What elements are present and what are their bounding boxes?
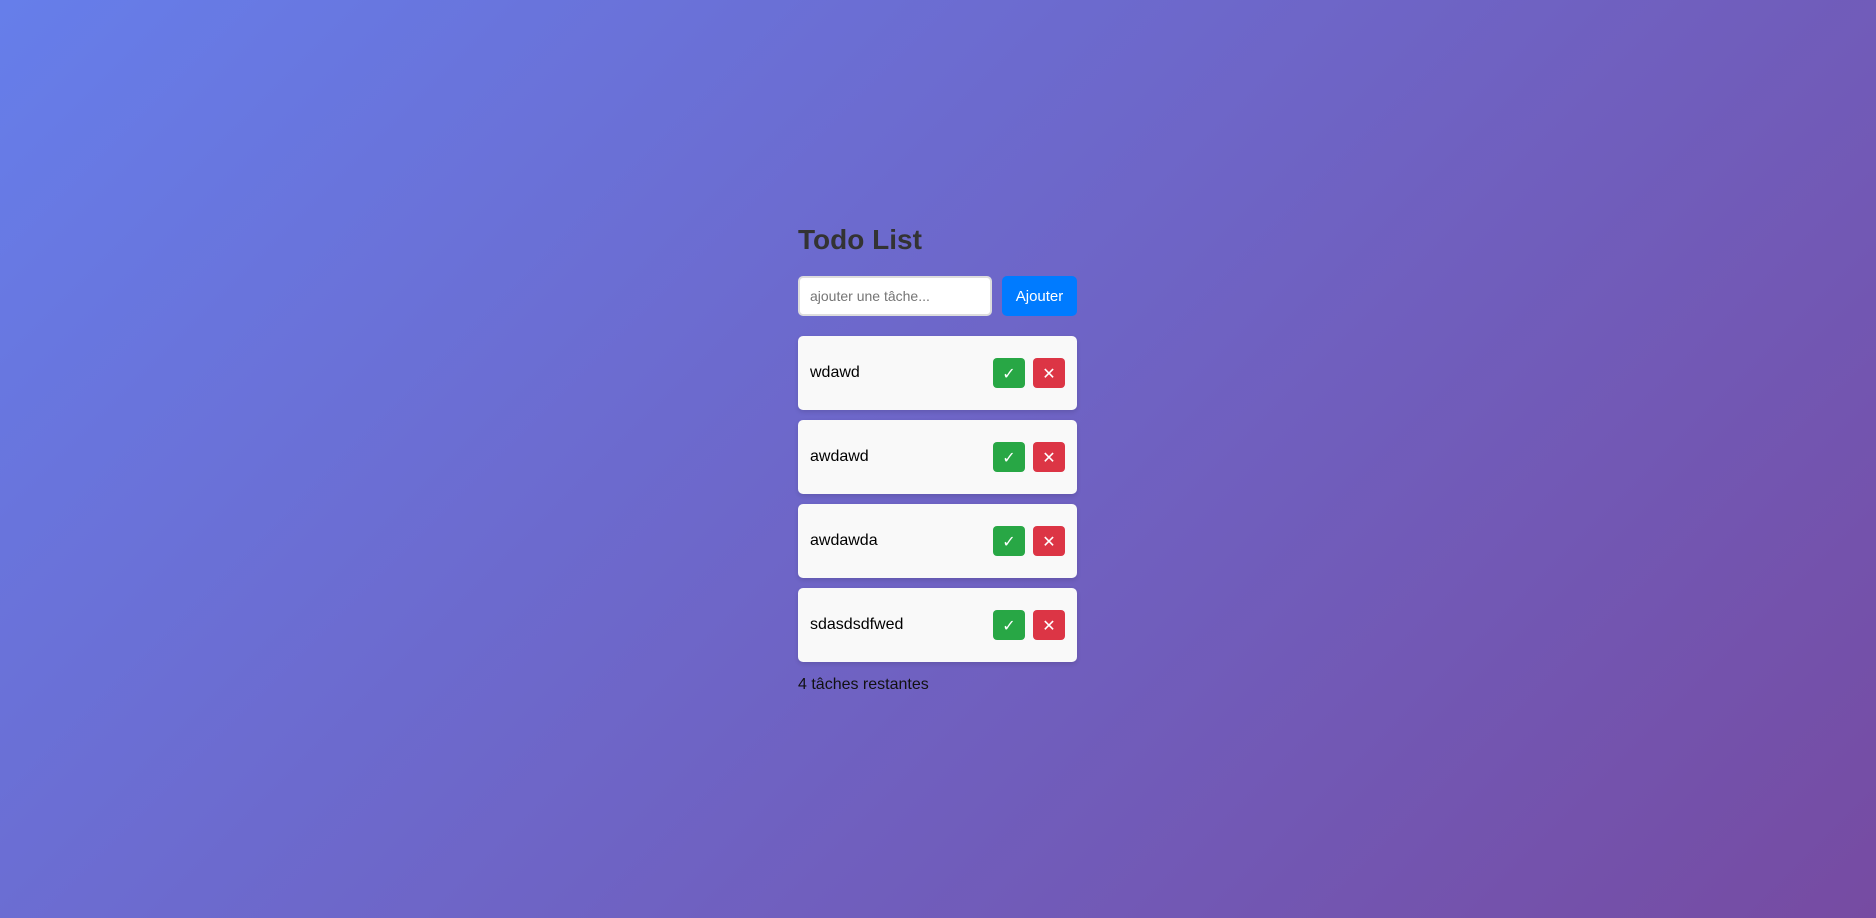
list-item: sdasdsdfwed ✓ ✕ <box>798 588 1077 662</box>
complete-button[interactable]: ✓ <box>993 442 1025 472</box>
todo-app: Todo List Ajouter wdawd ✓ ✕ awdawd ✓ <box>798 220 1077 694</box>
task-actions: ✓ ✕ <box>993 442 1065 472</box>
task-text: wdawd <box>810 364 860 381</box>
page-title: Todo List <box>798 224 922 255</box>
complete-button[interactable]: ✓ <box>993 610 1025 640</box>
task-actions: ✓ ✕ <box>993 610 1065 640</box>
add-task-button[interactable]: Ajouter <box>1002 276 1077 316</box>
add-task-form: Ajouter <box>798 276 1077 316</box>
remaining-count: 4 tâches restantes <box>798 676 929 693</box>
close-icon: ✕ <box>1042 363 1056 383</box>
delete-button[interactable]: ✕ <box>1033 610 1065 640</box>
list-item: wdawd ✓ ✕ <box>798 336 1077 410</box>
close-icon: ✕ <box>1042 531 1056 551</box>
complete-button[interactable]: ✓ <box>993 526 1025 556</box>
task-list: wdawd ✓ ✕ awdawd ✓ ✕ awdawda ✓ ✕ sdasdsd… <box>798 336 1077 662</box>
task-actions: ✓ ✕ <box>993 526 1065 556</box>
task-input[interactable] <box>798 276 992 316</box>
delete-button[interactable]: ✕ <box>1033 442 1065 472</box>
close-icon: ✕ <box>1042 447 1056 467</box>
task-text: sdasdsdfwed <box>810 616 904 633</box>
list-item: awdawda ✓ ✕ <box>798 504 1077 578</box>
check-icon: ✓ <box>1002 531 1016 551</box>
check-icon: ✓ <box>1002 447 1016 467</box>
list-item: awdawd ✓ ✕ <box>798 420 1077 494</box>
task-text: awdawd <box>810 448 869 465</box>
check-icon: ✓ <box>1002 615 1016 635</box>
delete-button[interactable]: ✕ <box>1033 526 1065 556</box>
task-actions: ✓ ✕ <box>993 358 1065 388</box>
complete-button[interactable]: ✓ <box>993 358 1025 388</box>
task-text: awdawda <box>810 532 878 549</box>
close-icon: ✕ <box>1042 615 1056 635</box>
check-icon: ✓ <box>1002 363 1016 383</box>
delete-button[interactable]: ✕ <box>1033 358 1065 388</box>
